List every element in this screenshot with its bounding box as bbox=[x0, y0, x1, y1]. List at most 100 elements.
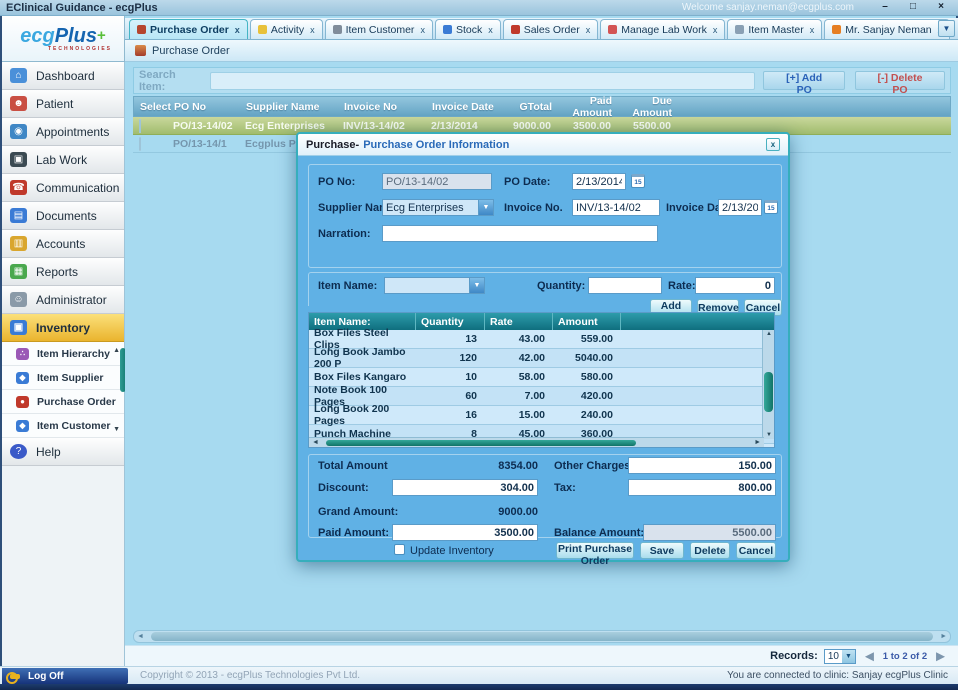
sidebar-item-communication[interactable]: ☎ Communication bbox=[2, 174, 124, 202]
sidebar-subitem-item-customer[interactable]: ◆ Item Customer ▼ bbox=[2, 414, 124, 438]
column-header-paid[interactable]: Paid Amount bbox=[552, 95, 612, 119]
row-checkbox[interactable] bbox=[139, 119, 141, 133]
sidebar-item-reports[interactable]: ▦ Reports bbox=[2, 258, 124, 286]
breadcrumb-label: Purchase Order bbox=[152, 45, 230, 57]
paid-amount-input[interactable] bbox=[392, 524, 538, 541]
submenu-scroll-down-icon[interactable]: ▼ bbox=[113, 426, 120, 433]
item-row[interactable]: Long Book Jambo 200 P12042.005040.00 bbox=[309, 349, 774, 368]
column-header-due[interactable]: Due Amount bbox=[612, 95, 672, 119]
item-row[interactable]: Long Book 200 Pages1615.00240.00 bbox=[309, 406, 774, 425]
items-vertical-scrollbar[interactable]: ▲ ▼ bbox=[762, 330, 774, 439]
sidebar-subitem-purchase-order[interactable]: ● Purchase Order bbox=[2, 390, 124, 414]
column-header-select[interactable]: Select bbox=[134, 101, 174, 113]
discount-input[interactable] bbox=[392, 479, 538, 496]
tab-purchase-order[interactable]: Purchase Order x bbox=[129, 19, 248, 39]
save-button[interactable]: Save bbox=[640, 542, 684, 559]
items-col-rate[interactable]: Rate bbox=[485, 313, 553, 330]
quantity-input[interactable] bbox=[588, 277, 662, 294]
tab-sanjay-neman[interactable]: Mr. Sanjay Neman x bbox=[824, 19, 950, 39]
tab-strip: Purchase Order x Activity x Item Custome… bbox=[125, 18, 958, 40]
home-icon: ⌂ bbox=[10, 68, 27, 83]
tab-close-icon[interactable]: x bbox=[488, 25, 493, 35]
scroll-left-icon[interactable]: ◄ bbox=[134, 633, 147, 640]
items-col-amount[interactable]: Amount bbox=[553, 313, 621, 330]
narration-input[interactable] bbox=[382, 225, 658, 242]
footer: Log Off Copyright © 2013 - ecgPlus Techn… bbox=[0, 666, 958, 684]
logoff-button[interactable]: Log Off bbox=[2, 668, 128, 684]
column-header-gtotal[interactable]: GTotal bbox=[496, 101, 552, 113]
sidebar-item-patient[interactable]: ☻ Patient bbox=[2, 90, 124, 118]
scroll-left-icon[interactable]: ◄ bbox=[309, 439, 322, 446]
scroll-right-icon[interactable]: ► bbox=[937, 633, 950, 640]
item-customer-tab-icon bbox=[333, 25, 342, 34]
tab-close-icon[interactable]: x bbox=[235, 25, 240, 35]
update-inventory-checkbox[interactable] bbox=[394, 544, 405, 555]
search-input[interactable] bbox=[210, 72, 755, 90]
sidebar-subitem-item-hierarchy[interactable]: ∴ Item Hierarchy ▲ bbox=[2, 342, 124, 366]
sidebar-item-dashboard[interactable]: ⌂ Dashboard bbox=[2, 62, 124, 90]
tab-close-icon[interactable]: x bbox=[586, 25, 591, 35]
column-header-supplier[interactable]: Supplier Name bbox=[246, 101, 344, 113]
scrollbar-thumb[interactable] bbox=[151, 632, 933, 641]
tab-close-icon[interactable]: x bbox=[420, 25, 425, 35]
row-checkbox[interactable] bbox=[139, 137, 141, 151]
tax-input[interactable] bbox=[628, 479, 776, 496]
previous-page-button[interactable]: ◄ bbox=[862, 648, 877, 665]
sidebar-item-administrator[interactable]: ☺ Administrator bbox=[2, 286, 124, 314]
records-per-page-select[interactable]: 10 ▼ bbox=[824, 649, 856, 664]
add-po-button[interactable]: [+] Add PO bbox=[763, 71, 845, 90]
column-header-po-no[interactable]: PO No bbox=[174, 101, 246, 113]
delete-po-button[interactable]: [-] Delete PO bbox=[855, 71, 945, 90]
cell-invoice-no: INV/13-14/02 bbox=[343, 120, 431, 132]
dialog-close-button[interactable]: x bbox=[766, 138, 780, 151]
scroll-down-icon[interactable]: ▼ bbox=[763, 432, 775, 438]
delete-button[interactable]: Delete bbox=[690, 542, 730, 559]
sidebar-item-accounts[interactable]: ▥ Accounts bbox=[2, 230, 124, 258]
item-name-select[interactable]: ▼ bbox=[384, 277, 485, 294]
tab-close-icon[interactable]: x bbox=[810, 25, 815, 35]
sidebar-item-help[interactable]: ? Help bbox=[2, 438, 124, 466]
tab-overflow-button[interactable]: ▼ bbox=[938, 20, 955, 37]
supplier-name-select[interactable]: Ecg Enterprises ▼ bbox=[382, 199, 494, 216]
po-date-input[interactable] bbox=[572, 173, 626, 190]
other-charges-input[interactable] bbox=[628, 457, 776, 474]
sidebar-item-appointments[interactable]: ◉ Appointments bbox=[2, 118, 124, 146]
sidebar-subitem-item-supplier[interactable]: ◆ Item Supplier bbox=[2, 366, 124, 390]
tab-sales-order[interactable]: Sales Order x bbox=[503, 19, 599, 39]
invoice-no-input[interactable] bbox=[572, 199, 660, 216]
close-button[interactable]: × bbox=[930, 1, 952, 14]
scroll-right-icon[interactable]: ► bbox=[751, 439, 764, 446]
tab-close-icon[interactable]: x bbox=[713, 25, 718, 35]
items-col-qty[interactable]: Quantity bbox=[416, 313, 485, 330]
print-purchase-order-button[interactable]: Print Purchase Order bbox=[556, 542, 634, 559]
scrollbar-thumb[interactable] bbox=[326, 440, 636, 446]
scrollbar-thumb[interactable] bbox=[764, 372, 773, 412]
tab-manage-lab-work[interactable]: Manage Lab Work x bbox=[600, 19, 725, 39]
tab-stock[interactable]: Stock x bbox=[435, 19, 501, 39]
cell-invoice-date: 2/13/2014 bbox=[431, 120, 495, 132]
sidebar-item-inventory[interactable]: ▣ Inventory bbox=[2, 314, 124, 342]
item-master-tab-icon bbox=[735, 25, 744, 34]
rate-input[interactable] bbox=[695, 277, 775, 294]
tab-item-master[interactable]: Item Master x bbox=[727, 19, 822, 39]
invoice-date-calendar-icon[interactable]: 15 bbox=[764, 200, 778, 214]
items-horizontal-scrollbar[interactable]: ◄ ► bbox=[309, 437, 764, 447]
maximize-button[interactable]: □ bbox=[902, 1, 924, 14]
cancel-button[interactable]: Cancel bbox=[736, 542, 776, 559]
sidebar-item-documents[interactable]: ▤ Documents bbox=[2, 202, 124, 230]
invoice-date-input[interactable] bbox=[718, 199, 762, 216]
horizontal-scrollbar[interactable]: ◄ ► bbox=[133, 630, 951, 643]
tab-item-customer[interactable]: Item Customer x bbox=[325, 19, 433, 39]
breadcrumb: Purchase Order bbox=[125, 40, 958, 62]
scroll-up-icon[interactable]: ▲ bbox=[763, 331, 775, 337]
po-date-calendar-icon[interactable]: 15 bbox=[631, 174, 645, 188]
column-header-invoice-no[interactable]: Invoice No bbox=[344, 101, 432, 113]
minimize-button[interactable]: – bbox=[874, 1, 896, 14]
item-name-label: Item Name: bbox=[318, 280, 377, 292]
column-header-invoice-date[interactable]: Invoice Date bbox=[432, 101, 496, 113]
submenu-scroll-up-icon[interactable]: ▲ bbox=[113, 347, 120, 354]
tab-activity[interactable]: Activity x bbox=[250, 19, 323, 39]
next-page-button[interactable]: ► bbox=[933, 648, 948, 665]
tab-close-icon[interactable]: x bbox=[310, 25, 315, 35]
sidebar-item-lab-work[interactable]: ▣ Lab Work bbox=[2, 146, 124, 174]
